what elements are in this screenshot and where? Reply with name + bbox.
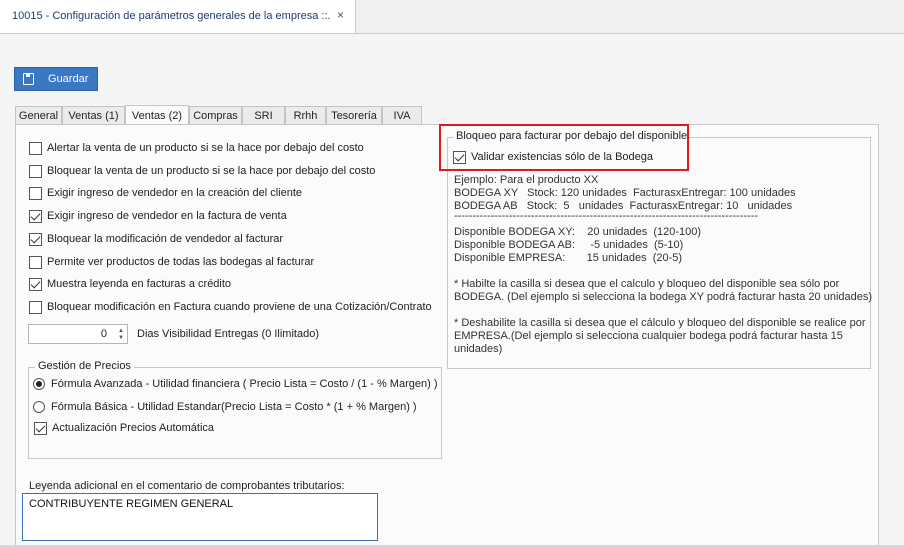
save-button[interactable]: Guardar — [14, 67, 98, 91]
note-line: * Deshabilite la casilla si desea que el… — [454, 317, 866, 329]
checkbox[interactable] — [29, 301, 42, 314]
radio-button[interactable] — [33, 378, 45, 390]
info-line: Disponible EMPRESA: 15 unidades (20-5) — [454, 252, 683, 264]
checkbox[interactable] — [29, 278, 42, 291]
info-separator: ----------------------------------------… — [454, 210, 759, 222]
dias-visibilidad-label: Dias Visibilidad Entregas (0 Ilimitado) — [137, 328, 319, 340]
checkbox[interactable] — [29, 256, 42, 269]
stepper-down-icon[interactable]: ▼ — [118, 335, 124, 341]
note-line: * Habilte la casilla si desea que el cal… — [454, 278, 840, 290]
tab-compras[interactable]: Compras — [189, 106, 242, 125]
note-line: BODEGA. (Del ejemplo si selecciona la bo… — [454, 291, 873, 303]
info-line: Disponible BODEGA XY: 20 unidades (120-1… — [454, 226, 702, 238]
info-line: Ejemplo: Para el producto XX — [454, 174, 599, 186]
checkbox[interactable] — [29, 165, 42, 178]
tab-sri[interactable]: SRI — [242, 106, 285, 125]
checkbox[interactable] — [29, 187, 42, 200]
tab-general[interactable]: General — [15, 106, 62, 125]
tab-rrhh[interactable]: Rrhh — [285, 106, 326, 125]
tab-tesoreria[interactable]: Tesorería — [326, 106, 382, 125]
info-line: Disponible BODEGA AB: -5 unidades (5-10) — [454, 239, 684, 251]
leyenda-textarea[interactable]: CONTRIBUYENTE REGIMEN GENERAL — [22, 493, 378, 541]
document-tab-bar: 10015 - Configuración de parámetros gene… — [0, 0, 904, 34]
checkbox[interactable] — [29, 142, 42, 155]
leyenda-label: Leyenda adicional en el comentario de co… — [29, 480, 345, 492]
info-line: BODEGA XY Stock: 120 unidades FacturasxE… — [454, 187, 796, 199]
stepper-up-icon[interactable]: ▲ — [118, 328, 124, 334]
stepper-value: 0 — [100, 328, 107, 340]
tab-iva[interactable]: IVA — [382, 106, 422, 125]
document-tab[interactable]: 10015 - Configuración de parámetros gene… — [0, 0, 356, 33]
checkbox[interactable] — [34, 422, 47, 435]
tab-ventas-1[interactable]: Ventas (1) — [62, 106, 125, 125]
floppy-disk-icon — [23, 73, 34, 85]
tab-ventas-2[interactable]: Ventas (2) — [125, 105, 189, 125]
precios-title: Gestión de Precios — [35, 360, 134, 372]
save-button-label: Guardar — [48, 73, 89, 85]
close-icon[interactable]: × — [337, 8, 344, 22]
document-tab-title: 10015 - Configuración de parámetros gene… — [12, 10, 331, 22]
highlight-box — [439, 124, 689, 171]
dias-visibilidad-stepper[interactable]: 0 ▲ ▼ — [28, 324, 128, 344]
checkbox[interactable] — [29, 210, 42, 223]
checkbox[interactable] — [29, 233, 42, 246]
radio-button[interactable] — [33, 401, 45, 413]
note-line: EMPRESA.(Del ejemplo si selecciona cualq… — [454, 330, 843, 342]
note-line: unidades) — [454, 343, 503, 355]
